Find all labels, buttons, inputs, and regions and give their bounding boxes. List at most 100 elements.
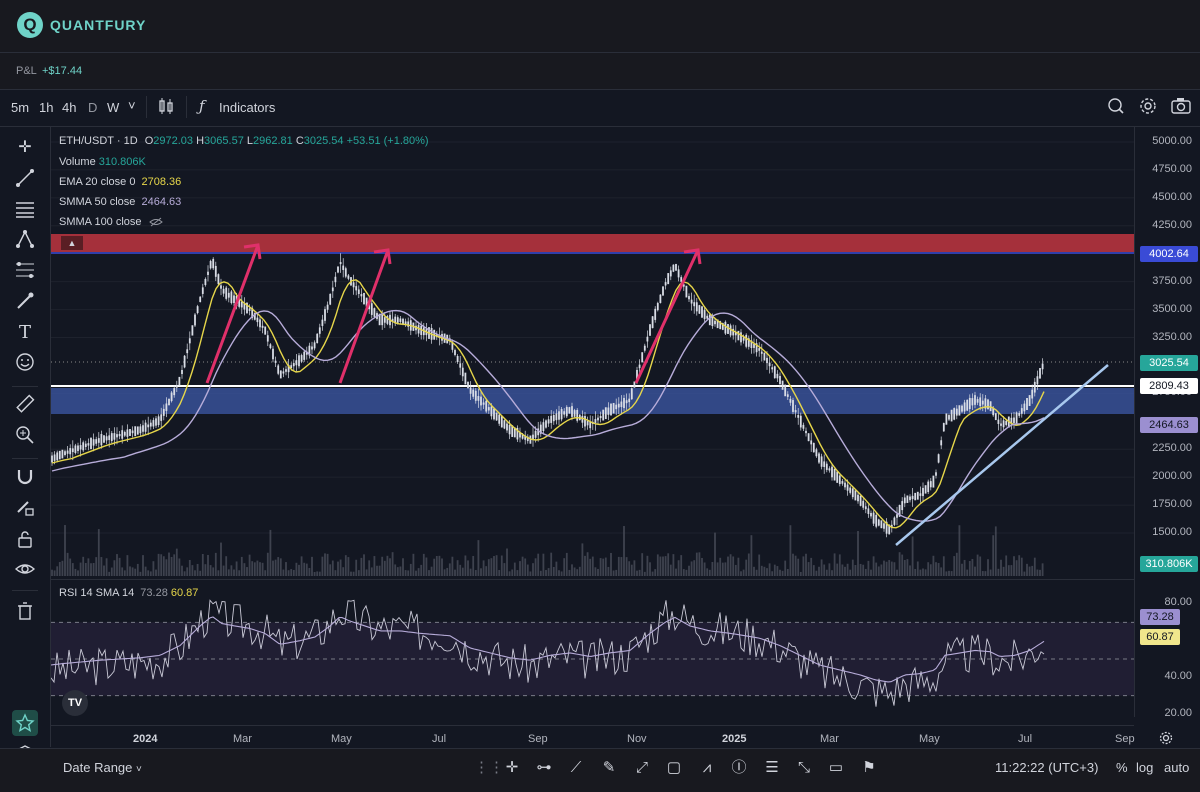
camera-icon[interactable] [1171, 97, 1191, 115]
eye-icon[interactable] [15, 559, 35, 579]
candle-body [906, 495, 909, 503]
lines-tool-icon[interactable]: ☰ [760, 757, 784, 779]
chart-toolbar [0, 90, 1200, 127]
time-label: Jul [1018, 733, 1033, 745]
candle-body [789, 398, 792, 403]
drag-handle-icon[interactable]: ⋮⋮ [474, 757, 504, 779]
trash-icon[interactable] [15, 601, 35, 621]
auto-toggle[interactable]: auto [1164, 760, 1189, 775]
volume-bar [1023, 571, 1026, 576]
candle-body [953, 408, 956, 420]
curve-tool-icon[interactable]: ✎ [597, 757, 621, 779]
pitchfork-icon[interactable] [15, 229, 35, 249]
volume-bar [550, 552, 553, 576]
candle-body [396, 317, 399, 323]
timeframe-1h[interactable]: 1h [39, 100, 53, 115]
volume-bar [287, 570, 290, 576]
clock[interactable]: 11:22:22 (UTC+3) [995, 760, 1098, 775]
settings-gear-icon[interactable] [1139, 97, 1157, 115]
zoom-icon[interactable] [15, 425, 35, 445]
crosshair-icon[interactable]: ✛ [14, 137, 36, 159]
candle-body [272, 348, 274, 360]
crosshair-tool-icon[interactable]: ✛ [500, 757, 524, 779]
text-tool-icon[interactable]: Ⓘ [727, 757, 751, 779]
candle-body [74, 445, 77, 453]
brush-tool-icon[interactable]: ⤢ [630, 757, 654, 779]
fib-icon[interactable] [15, 260, 35, 280]
candle-body [659, 294, 662, 303]
candle-body [61, 449, 64, 459]
ruler-icon[interactable] [15, 394, 35, 414]
timeframe-d[interactable]: D [88, 100, 97, 115]
candle-body [643, 345, 646, 351]
volume-bar [272, 560, 274, 576]
timeframe-dropdown-icon[interactable]: ˅ [128, 98, 136, 113]
note-tool-icon[interactable]: ▭ [824, 757, 848, 779]
volume-bar [768, 563, 771, 576]
candle-body [285, 369, 287, 372]
axis-settings-icon[interactable] [1159, 731, 1173, 745]
rsi-legend[interactable]: RSI 14 SMA 14 73.28 60.87 [59, 587, 198, 599]
alert-zoom-icon[interactable] [1107, 97, 1125, 115]
candle-body [919, 493, 922, 496]
candle-body [334, 276, 337, 283]
volume-bar [945, 571, 948, 576]
path-tool-icon[interactable]: ⩘ [695, 757, 719, 779]
candle-body [178, 376, 181, 386]
pencil-lock-icon[interactable] [15, 497, 35, 517]
rsi-tick: 40.00 [1164, 670, 1192, 682]
candle-body [103, 435, 105, 443]
pattern-tool-icon[interactable]: ⤡ [792, 757, 816, 779]
smma100-legend[interactable]: SMMA 100 close [59, 216, 163, 228]
text-icon[interactable]: T [14, 322, 36, 344]
candle-body [64, 451, 66, 456]
brush-icon[interactable] [15, 291, 35, 311]
candles-icon[interactable] [157, 97, 175, 115]
volume-bar [165, 559, 168, 576]
horizontal-lines-icon[interactable] [15, 199, 35, 219]
emoji-icon[interactable] [15, 352, 35, 372]
hline-tool-icon[interactable]: ⊶ [532, 757, 556, 779]
volume-bar [927, 562, 930, 576]
volume-bar [292, 569, 295, 576]
symbol-label[interactable]: ETH/USDT · 1D [59, 135, 138, 147]
star-icon[interactable] [15, 713, 35, 733]
smma50-legend[interactable]: SMMA 50 close 2464.63 [59, 196, 181, 208]
candle-body [981, 400, 984, 405]
timeframe-w[interactable]: W [107, 100, 119, 115]
trendline-tool-icon[interactable]: ⟋ [564, 757, 588, 779]
volume-bar [508, 571, 511, 576]
rsi-panel[interactable] [51, 579, 1134, 718]
timeframe-5m[interactable]: 5m [11, 100, 29, 115]
lock-icon[interactable] [15, 529, 35, 549]
volume-legend[interactable]: Volume 310.806K [59, 156, 146, 168]
volume-bar [373, 556, 376, 576]
candle-body [97, 438, 100, 443]
candle-body [680, 277, 683, 282]
candle-body [594, 419, 597, 423]
volume-bar [875, 562, 878, 576]
indicators-icon[interactable]: ƒ [199, 97, 205, 115]
hidden-eye-icon[interactable] [148, 217, 163, 227]
timeframe-4h[interactable]: 4h [62, 100, 76, 115]
log-toggle[interactable]: log [1136, 760, 1153, 775]
volume-bar [617, 556, 620, 576]
time-label: Mar [233, 733, 252, 745]
candle-body [703, 310, 706, 320]
price-tick: 1750.00 [1152, 498, 1192, 511]
volume-bar [672, 554, 675, 576]
price-tick: 4750.00 [1152, 162, 1192, 175]
rectangle-tool-icon[interactable]: ▢ [662, 757, 686, 779]
volume-bar [467, 560, 469, 576]
collapse-legend-icon[interactable]: ▲ [61, 236, 83, 250]
candle-body [126, 429, 129, 437]
flag-tool-icon[interactable]: ⚑ [857, 757, 881, 779]
candle-body [896, 514, 898, 518]
date-range-button[interactable]: Date Range ˅ [63, 760, 142, 775]
price-chart[interactable] [51, 127, 1134, 578]
trendline-icon[interactable] [15, 168, 35, 188]
indicators-button[interactable]: Indicators [219, 100, 275, 115]
magnet-icon[interactable] [15, 467, 35, 487]
ema-legend[interactable]: EMA 20 close 0 2708.36 [59, 176, 181, 188]
percent-toggle[interactable]: % [1116, 760, 1128, 775]
